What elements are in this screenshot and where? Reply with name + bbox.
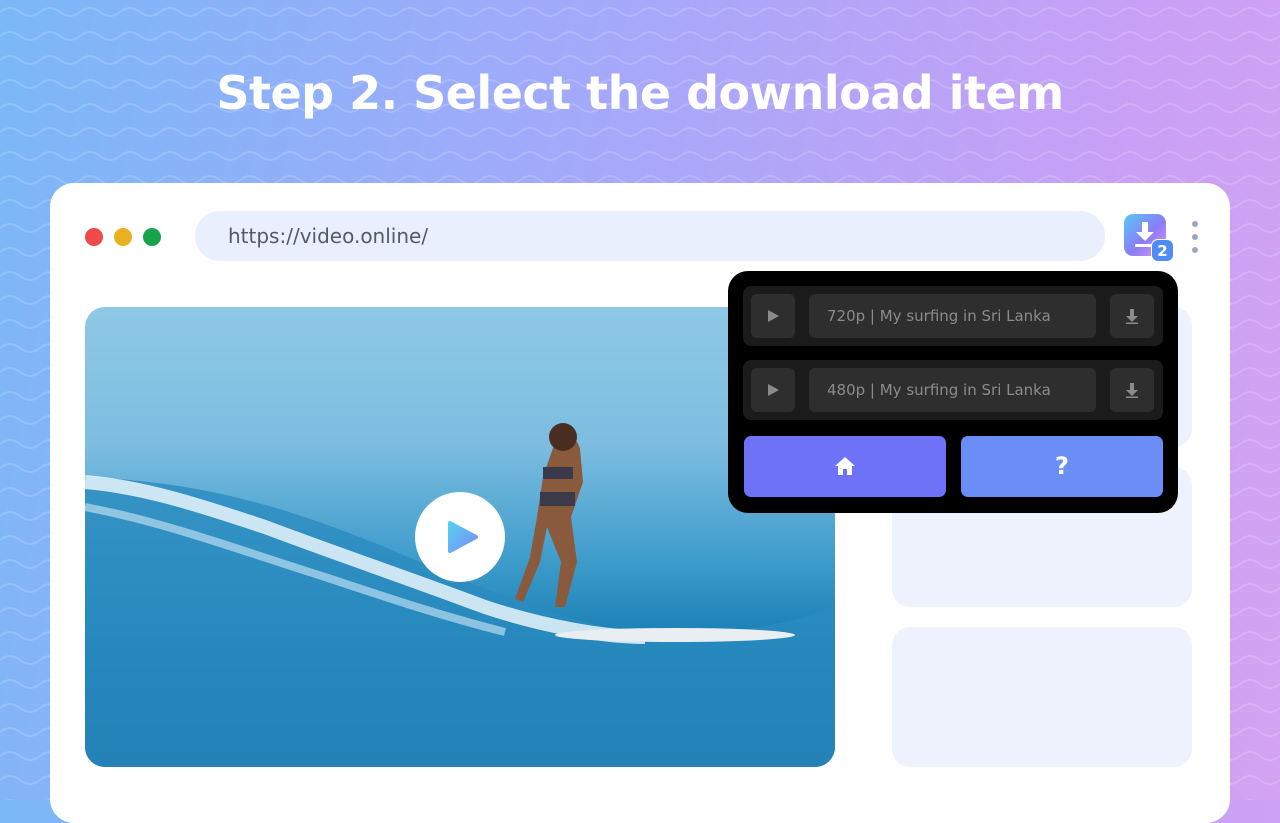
video-play-button[interactable] bbox=[415, 492, 505, 582]
download-item-row: 480p | My surfing in Sri Lanka bbox=[743, 360, 1163, 420]
page-headline: Step 2. Select the download item bbox=[216, 66, 1064, 120]
home-icon bbox=[835, 457, 855, 475]
sidebar-card-3 bbox=[892, 627, 1192, 767]
download-popup: 720p | My surfing in Sri Lanka 480p | My… bbox=[728, 271, 1178, 513]
maximize-window-dot[interactable] bbox=[143, 228, 161, 246]
download-count-badge: 2 bbox=[1151, 239, 1174, 262]
home-button[interactable] bbox=[744, 436, 946, 497]
address-bar[interactable]: https://video.online/ bbox=[195, 211, 1105, 261]
close-window-dot[interactable] bbox=[85, 228, 103, 246]
kebab-menu-icon[interactable] bbox=[1188, 221, 1202, 253]
download-arrow-icon bbox=[1126, 309, 1138, 324]
help-button[interactable]: ? bbox=[961, 436, 1163, 497]
preview-play-button[interactable] bbox=[751, 368, 795, 412]
download-item-label[interactable]: 480p | My surfing in Sri Lanka bbox=[809, 368, 1096, 412]
video-player[interactable] bbox=[85, 307, 835, 767]
download-item-row: 720p | My surfing in Sri Lanka bbox=[743, 286, 1163, 346]
download-item-button[interactable] bbox=[1110, 294, 1154, 338]
play-icon bbox=[768, 384, 779, 396]
play-icon bbox=[448, 521, 478, 553]
play-icon bbox=[768, 310, 779, 322]
download-arrow-icon bbox=[1126, 383, 1138, 398]
download-item-button[interactable] bbox=[1110, 368, 1154, 412]
minimize-window-dot[interactable] bbox=[114, 228, 132, 246]
download-item-label[interactable]: 720p | My surfing in Sri Lanka bbox=[809, 294, 1096, 338]
preview-play-button[interactable] bbox=[751, 294, 795, 338]
